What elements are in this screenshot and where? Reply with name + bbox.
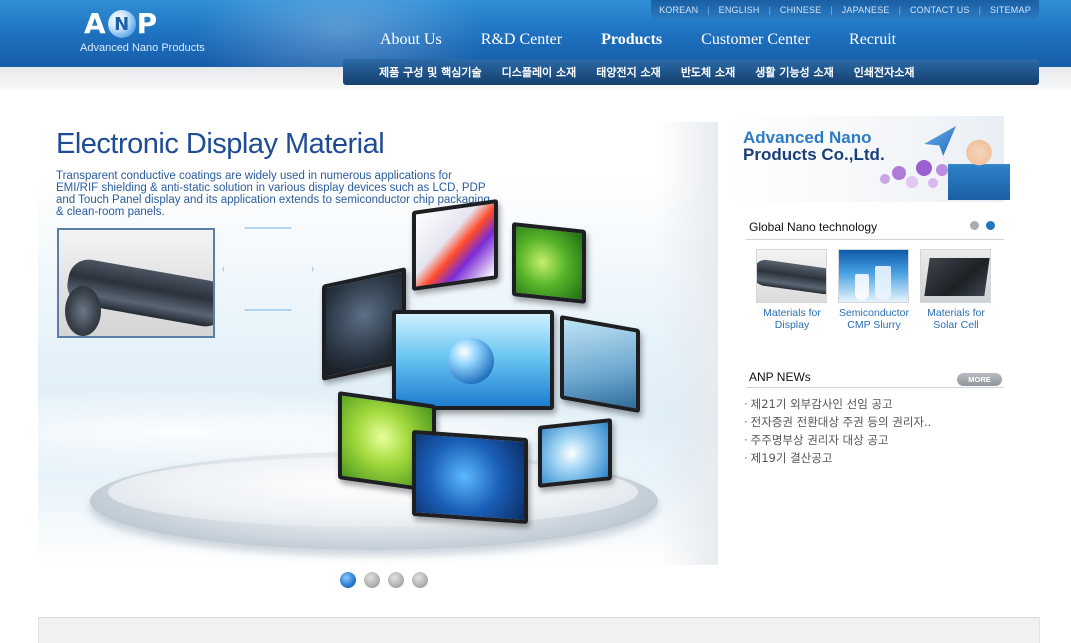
bubble bbox=[936, 164, 948, 176]
section-divider bbox=[746, 239, 1004, 240]
product-display-materials[interactable]: Materials for Display bbox=[756, 249, 828, 331]
logo-globe-icon: N bbox=[107, 10, 136, 38]
bubble bbox=[892, 166, 906, 180]
display-screen bbox=[560, 314, 640, 414]
footer-bar bbox=[38, 617, 1040, 643]
news-item[interactable]: 제19기 결산공고 bbox=[744, 449, 931, 467]
news-item[interactable]: 제21기 외부감사인 선임 공고 bbox=[744, 395, 931, 413]
product-label-line-1: Semiconductor bbox=[838, 307, 910, 319]
logo-letter-a: A bbox=[84, 7, 107, 40]
company-name-line-1: Advanced Nano bbox=[743, 128, 872, 147]
product-label-line-1: Materials for bbox=[763, 307, 821, 319]
boy-illustration bbox=[948, 134, 1010, 200]
company-banner[interactable]: Advanced Nano Products Co.,Ltd. bbox=[726, 116, 1010, 202]
utility-separator: | bbox=[707, 4, 710, 15]
bubble bbox=[880, 174, 890, 184]
hero-edge-fade bbox=[658, 122, 718, 565]
sitemap-link[interactable]: SITEMAP bbox=[990, 5, 1031, 15]
global-nano-page-1[interactable] bbox=[970, 221, 979, 230]
nav-recruit[interactable]: Recruit bbox=[849, 31, 896, 49]
display-materials-image bbox=[756, 249, 827, 303]
subnav-functional-materials[interactable]: 생활 기능성 소재 bbox=[755, 64, 834, 80]
product-thumbnails: Materials for Display Semiconductor CMP … bbox=[756, 249, 992, 331]
cmp-slurry-image bbox=[838, 249, 909, 303]
product-solar-materials[interactable]: Materials for Solar Cell bbox=[920, 249, 992, 331]
bubble bbox=[928, 178, 938, 188]
nav-about-us[interactable]: About Us bbox=[380, 31, 442, 49]
solar-materials-image bbox=[920, 249, 991, 303]
anp-logo[interactable]: A N P Advanced Nano Products bbox=[80, 8, 205, 60]
news-title: ANP NEWs bbox=[749, 370, 811, 384]
global-nano-pager bbox=[970, 221, 995, 230]
display-screen bbox=[412, 429, 528, 525]
products-sub-nav: 제품 구성 및 핵심기술 디스플레이 소재 태양전지 소재 반도체 소재 생활 … bbox=[343, 59, 1039, 85]
subnav-display-materials[interactable]: 디스플레이 소재 bbox=[502, 64, 577, 80]
lang-japanese-link[interactable]: JAPANESE bbox=[842, 5, 890, 15]
display-screen bbox=[538, 418, 612, 488]
subnav-solar-materials[interactable]: 태양전지 소재 bbox=[596, 64, 661, 80]
contact-us-link[interactable]: CONTACT US bbox=[910, 5, 970, 15]
hero-slide[interactable]: Electronic Display Material Transparent … bbox=[38, 122, 718, 565]
right-sidebar: Advanced Nano Products Co.,Ltd. Global N… bbox=[718, 110, 1018, 570]
site-header: A N P Advanced Nano Products KOREAN | EN… bbox=[0, 0, 1071, 67]
section-divider bbox=[746, 387, 1004, 388]
hero-slide-pager bbox=[340, 572, 428, 588]
subnav-printed-electronics[interactable]: 인쇄전자소재 bbox=[854, 64, 915, 80]
global-nano-page-2[interactable] bbox=[986, 221, 995, 230]
product-label-line-1: Materials for bbox=[927, 307, 985, 319]
global-nano-title: Global Nano technology bbox=[749, 220, 878, 234]
utility-separator: | bbox=[978, 4, 981, 15]
slide-dot-4[interactable] bbox=[412, 572, 428, 588]
logo-subtitle: Advanced Nano Products bbox=[80, 42, 205, 54]
news-item[interactable]: 주주명부상 권리자 대상 공고 bbox=[744, 431, 931, 449]
roll-end bbox=[65, 286, 101, 336]
coated-roll-photo bbox=[57, 228, 215, 338]
news-more-button[interactable]: MORE bbox=[957, 373, 1002, 386]
display-screen bbox=[412, 198, 498, 292]
hexagon-decoration bbox=[222, 227, 314, 311]
company-name: Advanced Nano Products Co.,Ltd. bbox=[743, 129, 885, 163]
bubble bbox=[916, 160, 932, 176]
subnav-semiconductor-materials[interactable]: 반도체 소재 bbox=[681, 64, 735, 80]
logo-mark: A N P bbox=[84, 8, 204, 40]
utility-nav: KOREAN | ENGLISH | CHINESE | JAPANESE | … bbox=[651, 0, 1039, 19]
molecule-bubbles bbox=[876, 152, 956, 196]
nav-products[interactable]: Products bbox=[601, 31, 662, 49]
lang-english-link[interactable]: ENGLISH bbox=[719, 5, 760, 15]
product-label-line-2: CMP Slurry bbox=[847, 319, 901, 331]
logo-letter-p: P bbox=[136, 7, 159, 40]
display-screen-main bbox=[392, 310, 554, 410]
globe-icon bbox=[448, 338, 494, 384]
product-cmp-slurry[interactable]: Semiconductor CMP Slurry bbox=[838, 249, 910, 331]
product-label-line-2: Display bbox=[774, 319, 810, 331]
bubble bbox=[906, 176, 918, 188]
subnav-core-technology[interactable]: 제품 구성 및 핵심기술 bbox=[379, 64, 482, 80]
utility-separator: | bbox=[898, 4, 901, 15]
company-name-line-2: Products Co.,Ltd. bbox=[743, 145, 885, 164]
news-list: 제21기 외부감사인 선임 공고 전자증권 전환대상 주권 등의 권리자.. 주… bbox=[744, 395, 932, 467]
hero-title: Electronic Display Material bbox=[56, 128, 385, 160]
product-label-line-2: Solar Cell bbox=[933, 319, 979, 331]
news-item[interactable]: 전자증권 전환대상 주권 등의 권리자.. bbox=[744, 413, 932, 431]
slide-dot-2[interactable] bbox=[364, 572, 380, 588]
utility-separator: | bbox=[830, 4, 833, 15]
main-nav: About Us R&D Center Products Customer Ce… bbox=[380, 31, 935, 49]
utility-separator: | bbox=[768, 4, 771, 15]
slide-dot-1[interactable] bbox=[340, 572, 356, 588]
lang-chinese-link[interactable]: CHINESE bbox=[780, 5, 821, 15]
slide-dot-3[interactable] bbox=[388, 572, 404, 588]
nav-customer-center[interactable]: Customer Center bbox=[701, 31, 810, 49]
display-screen bbox=[512, 222, 586, 304]
lang-korean-link[interactable]: KOREAN bbox=[659, 5, 698, 15]
nav-rd-center[interactable]: R&D Center bbox=[481, 31, 562, 49]
